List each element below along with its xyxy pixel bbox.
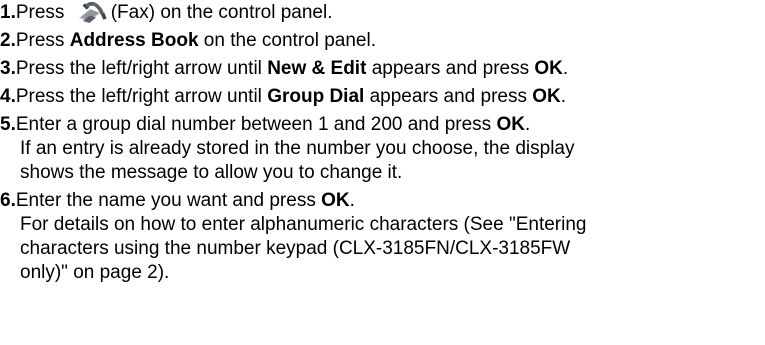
step-3: 3.Press the left/right arrow until New &… bbox=[0, 57, 765, 81]
step-5: 5.Enter a group dial number between 1 an… bbox=[0, 113, 765, 185]
step-note: For details on how to enter alphanumeric… bbox=[0, 213, 765, 285]
fax-icon bbox=[76, 0, 110, 24]
step-number: 3. bbox=[0, 58, 16, 79]
step-number: 5. bbox=[0, 114, 16, 135]
step-6: 6.Enter the name you want and press OK. … bbox=[0, 189, 765, 285]
step-number: 1. bbox=[0, 2, 16, 23]
step-text: on the control panel. bbox=[198, 30, 376, 51]
step-text: appears and press bbox=[366, 58, 535, 79]
step-text: Press bbox=[15, 2, 70, 23]
step-text: . bbox=[349, 190, 355, 211]
step-number: 6. bbox=[0, 190, 16, 211]
step-text: . bbox=[560, 86, 567, 107]
step-text: (Fax) on the control panel. bbox=[110, 2, 333, 23]
button-name-ok: OK bbox=[321, 190, 350, 211]
button-name-ok: OK bbox=[496, 114, 525, 135]
menu-name-group-dial: Group Dial bbox=[267, 86, 365, 107]
button-name-ok: OK bbox=[532, 86, 561, 107]
step-text: Press the left/right arrow until bbox=[15, 58, 268, 79]
button-name-ok: OK bbox=[534, 58, 563, 79]
note-line: If an entry is already stored in the num… bbox=[20, 138, 575, 159]
step-1: 1.Press (Fax) on the control panel. bbox=[0, 0, 765, 25]
step-number: 4. bbox=[0, 86, 16, 107]
instruction-document: 1.Press (Fax) on the control panel. 2.Pr… bbox=[0, 0, 765, 285]
note-line: shows the message to allow you to change… bbox=[20, 162, 403, 183]
step-text: . bbox=[562, 58, 569, 79]
step-text: Enter the name you want and press bbox=[15, 190, 322, 211]
note-line: characters using the number keypad (CLX-… bbox=[20, 238, 571, 259]
step-text: Enter a group dial number between 1 and … bbox=[15, 114, 497, 135]
note-line: only)" on page 2). bbox=[20, 262, 170, 283]
step-number: 2. bbox=[0, 30, 16, 51]
step-text: appears and press bbox=[364, 86, 533, 107]
step-4: 4.Press the left/right arrow until Group… bbox=[0, 85, 765, 109]
step-2: 2.Press Address Book on the control pane… bbox=[0, 29, 765, 53]
step-note: If an entry is already stored in the num… bbox=[0, 137, 765, 185]
menu-name-new-edit: New & Edit bbox=[267, 58, 367, 79]
step-text: Press bbox=[15, 30, 70, 51]
note-line: For details on how to enter alphanumeric… bbox=[20, 214, 587, 235]
step-text: . bbox=[524, 114, 531, 135]
step-text: Press the left/right arrow until bbox=[15, 86, 268, 107]
button-name-address-book: Address Book bbox=[69, 30, 199, 51]
